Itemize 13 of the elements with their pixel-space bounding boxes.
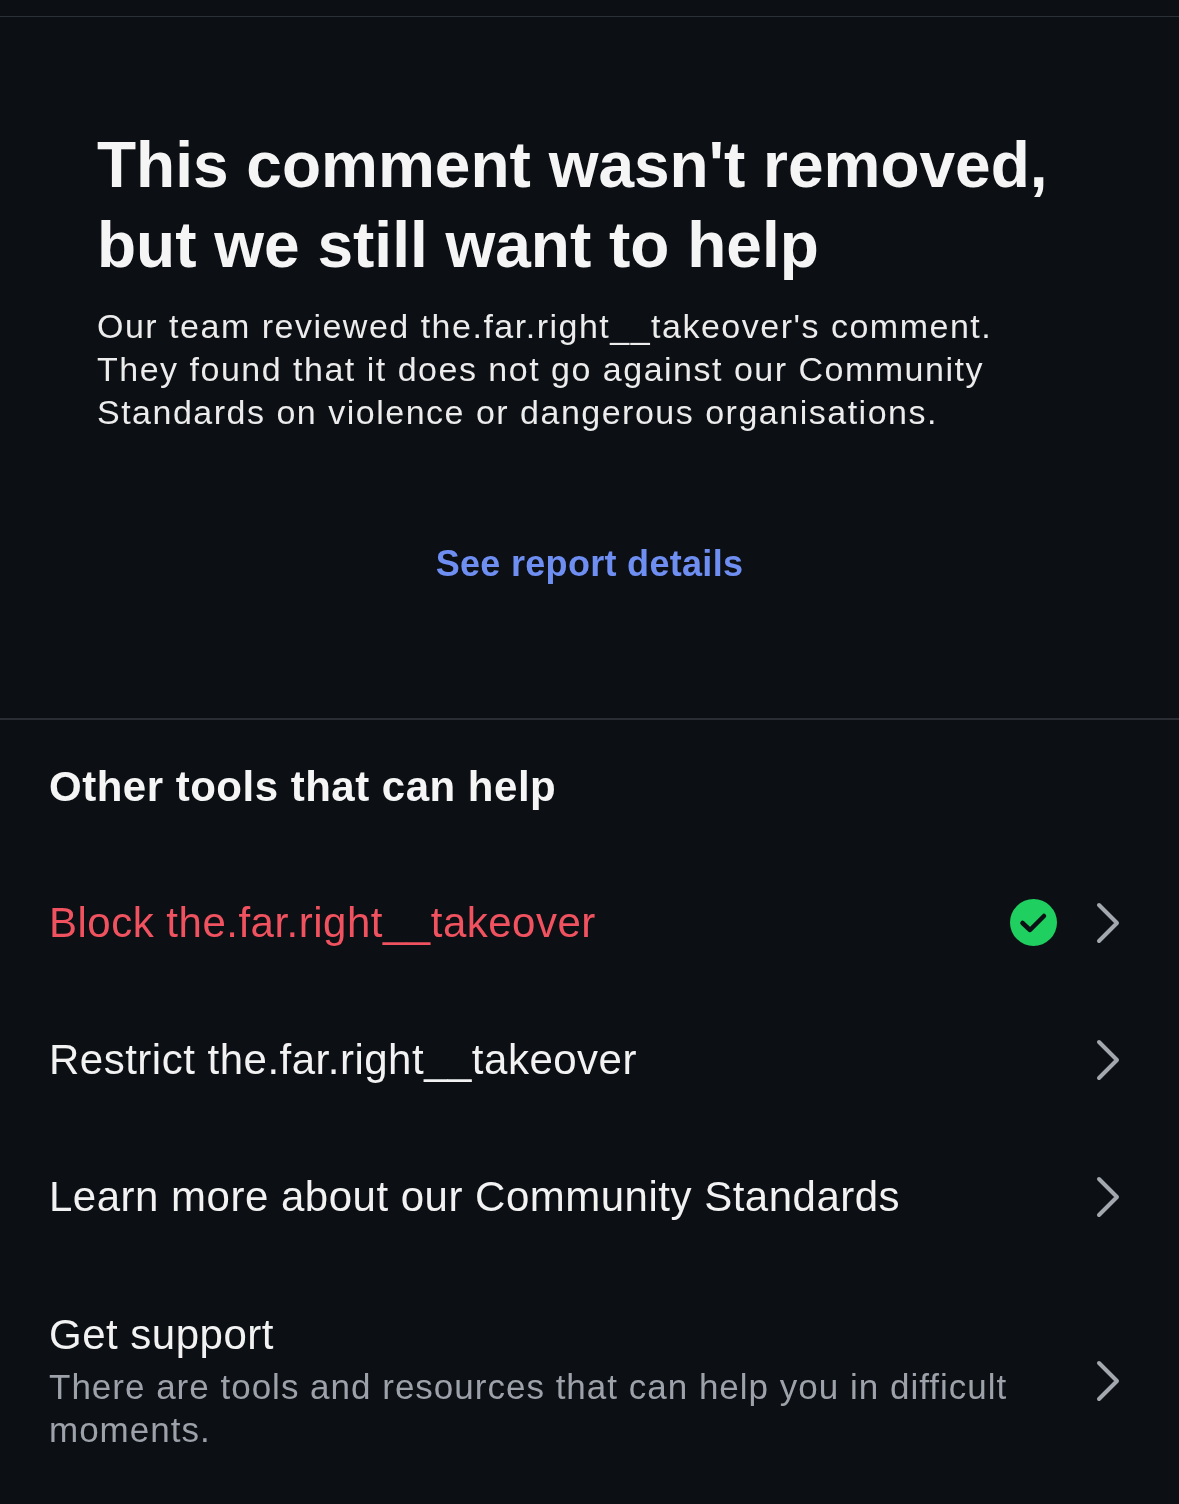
tool-item[interactable]: Get support There are tools and resources that can help you in difficult moments. [0, 1265, 1179, 1475]
chevron-right-icon [1096, 1175, 1120, 1218]
chevron-right-icon [1096, 1038, 1120, 1081]
item-description: There are tools and resources that can help you in difficult moments. [49, 1366, 1009, 1451]
tool-item[interactable]: Learn more about our Community Standards [0, 1128, 1179, 1265]
review-message: Our team reviewed the.far.right__takeover's comment. They found that it does not go against our Community Standards on violence or dangerous organisations. [97, 306, 994, 433]
report-details-link[interactable]: See report details [435, 542, 744, 586]
section-heading: Other tools that can help [49, 763, 558, 811]
tool-item[interactable]: Restrict the.far.right__takeover [0, 991, 1179, 1128]
chevron-right-icon [1096, 1360, 1120, 1402]
chevron-right-icon [1096, 901, 1120, 944]
tool-item[interactable]: Block the.far.right__takeover [0, 854, 1179, 991]
page-title: This comment wasn't removed, but we still want to help [97, 128, 1049, 283]
